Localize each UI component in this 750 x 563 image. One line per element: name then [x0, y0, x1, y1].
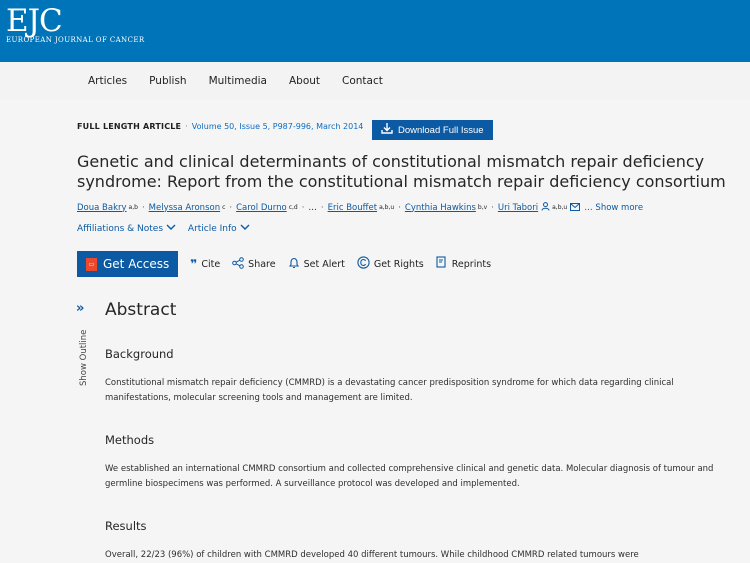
background-text: Constitutional mismatch repair deficienc… [105, 378, 674, 403]
author-affil: a,b,u [379, 204, 395, 211]
person-icon [541, 202, 550, 213]
show-outline-label: Show Outline [79, 329, 89, 386]
article-info-toggle[interactable]: Article Info [188, 224, 250, 234]
reprints-button[interactable]: Reprints [436, 256, 491, 272]
nav-about[interactable]: About [289, 75, 320, 87]
chevron-down-icon [166, 224, 176, 234]
get-rights-button[interactable]: Get Rights [357, 256, 424, 272]
journal-header: EJC EUROPEAN JOURNAL OF CANCER [0, 0, 750, 62]
author-affil: a,b [128, 204, 138, 211]
nav-articles[interactable]: Articles [88, 75, 127, 87]
share-icon [232, 256, 244, 272]
author-ellipsis: … [308, 202, 317, 213]
logo-mark: EJC [6, 3, 63, 39]
author-affil: b,v [477, 204, 488, 211]
show-more-authors[interactable]: … Show more [584, 203, 643, 213]
background-heading: Background [105, 347, 174, 361]
author-link[interactable]: Melyssa Aronson [149, 203, 220, 213]
chevron-down-icon [240, 224, 250, 234]
meta-separator: · [185, 122, 188, 131]
article-title: Genetic and clinical determinants of con… [77, 152, 726, 191]
article-actions: ▭ Get Access ❞ Cite Share Set Alert Get … [77, 251, 491, 277]
cite-button[interactable]: ❞ Cite [190, 257, 220, 271]
get-access-button[interactable]: ▭ Get Access [77, 251, 179, 277]
journal-logo[interactable]: EJC EUROPEAN JOURNAL OF CANCER [6, 4, 145, 44]
author-link[interactable]: Eric Bouffet [328, 203, 377, 213]
author-list: Doua Bakry a,b · Melyssa Aronson c · Carol… [77, 202, 644, 213]
share-button[interactable]: Share [232, 256, 276, 272]
logo-wordmark: EUROPEAN JOURNAL OF CANCER [6, 36, 145, 44]
author-link[interactable]: Cynthia Hawkins [405, 203, 476, 213]
author-link[interactable]: Uri Tabori [498, 203, 538, 213]
methods-text: We established an international CMMRD co… [105, 464, 714, 489]
article-meta: FULL LENGTH ARTICLE · Volume 50, Issue 5… [77, 122, 363, 131]
nav-publish[interactable]: Publish [149, 75, 186, 87]
methods-heading: Methods [105, 433, 155, 447]
set-alert-button[interactable]: Set Alert [288, 257, 345, 272]
article-links-row: Affiliations & Notes Article Info [77, 224, 250, 234]
reprints-icon [436, 256, 448, 272]
author-link[interactable]: Doua Bakry [77, 203, 127, 213]
results-text: Overall, 22/23 (96%) of children with CM… [105, 550, 639, 560]
author-affil: c [222, 204, 226, 211]
nav-multimedia[interactable]: Multimedia [209, 75, 267, 87]
main-nav: Articles Publish Multimedia About Contac… [0, 62, 750, 100]
copyright-icon [357, 256, 370, 272]
nav-contact[interactable]: Contact [342, 75, 383, 87]
download-label: Download Full Issue [398, 124, 484, 136]
bell-icon [288, 257, 300, 272]
author-link[interactable]: Carol Durno [236, 203, 287, 213]
double-chevron-right-icon: » [76, 301, 85, 316]
author-affil: c,d [288, 204, 298, 211]
results-heading: Results [105, 519, 147, 533]
article-content: FULL LENGTH ARTICLE · Volume 50, Issue 5… [0, 100, 750, 563]
author-affil: a,b,u [552, 204, 568, 211]
download-icon [381, 123, 393, 137]
quote-icon: ❞ [190, 257, 198, 271]
pdf-icon: ▭ [86, 257, 97, 271]
email-icon[interactable] [570, 202, 581, 213]
article-type: FULL LENGTH ARTICLE [77, 122, 182, 131]
abstract-heading: Abstract [105, 300, 177, 320]
outline-toggle[interactable]: » Show Outline [76, 297, 92, 386]
download-full-issue-button[interactable]: Download Full Issue [372, 120, 493, 140]
citation-link[interactable]: Volume 50, Issue 5, P987-996, March 2014 [192, 122, 364, 131]
affiliations-toggle[interactable]: Affiliations & Notes [77, 224, 176, 234]
